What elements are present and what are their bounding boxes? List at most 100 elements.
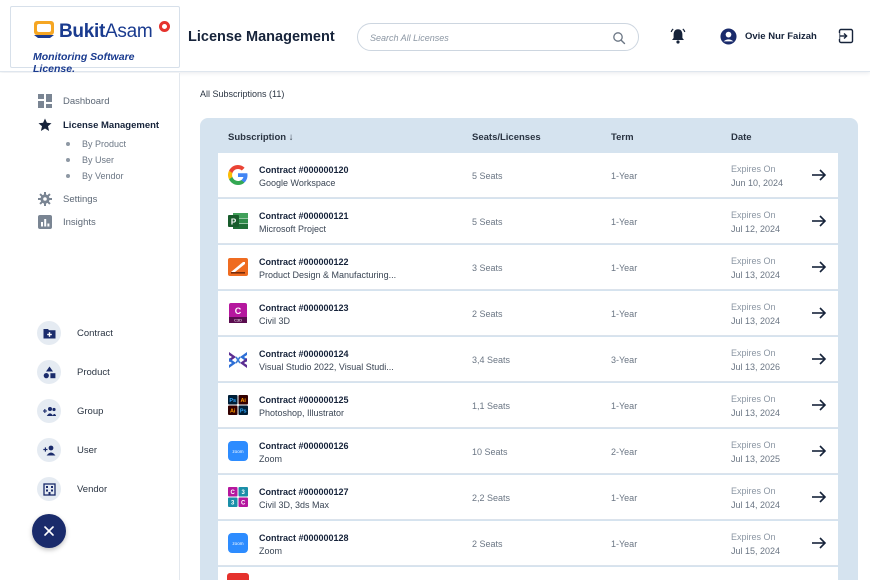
product-name: Zoom (259, 454, 283, 464)
sidebar-item-insights[interactable]: Insights (38, 215, 96, 229)
quick-action-label: Group (77, 405, 104, 417)
quick-add-group[interactable]: Group (37, 399, 103, 423)
contract-number: Contract #000000121 (259, 211, 349, 221)
sidebar-subitem-by-product[interactable]: By Product (66, 139, 126, 149)
star-icon (38, 118, 52, 131)
term: 1-Year (611, 263, 638, 273)
user-add-icon (42, 445, 55, 455)
expires-label: Expires On (731, 486, 776, 496)
term: 1-Year (611, 309, 638, 319)
top-header: BukitAsam Monitoring Software License. L… (0, 0, 870, 75)
column-header-date[interactable]: Date (731, 132, 752, 143)
quick-action-label: Vendor (77, 483, 108, 495)
folder-add-icon (43, 328, 55, 338)
column-header-seats[interactable]: Seats/Licenses (472, 132, 541, 143)
close-icon (44, 526, 54, 536)
search-input[interactable] (370, 30, 600, 46)
table-row[interactable]: Contract #000000120 Google Workspace 5 S… (218, 153, 838, 198)
table-row[interactable]: zoom Contract #000000126 Zoom 10 Seats 2… (218, 429, 838, 474)
quick-action-label: Product (77, 366, 110, 378)
brand-mark-icon (34, 21, 54, 38)
arrow-right-icon[interactable] (811, 306, 827, 320)
shapes-icon (43, 366, 55, 378)
product-name: Google Workspace (259, 178, 336, 188)
table-row[interactable]: Contract #000000124 Visual Studio 2022, … (218, 337, 838, 382)
sidebar-subitem-by-user[interactable]: By User (66, 155, 114, 165)
seats-count: 10 Seats (472, 447, 508, 457)
table-row-partial[interactable] (218, 567, 838, 580)
expires-date: Jul 15, 2024 (731, 546, 781, 556)
svg-text:P: P (231, 217, 237, 226)
column-header-subscription[interactable]: Subscription ↓ (228, 132, 293, 143)
seats-count: 2,2 Seats (472, 493, 511, 503)
sidebar-item-label: Settings (63, 193, 98, 205)
product-name: Product Design & Manufacturing... (259, 270, 397, 280)
search-box[interactable] (357, 23, 639, 51)
term: 1-Year (611, 171, 638, 181)
table-row[interactable]: C C3D Contract #000000123 Civil 3D 2 Sea… (218, 291, 838, 336)
quick-add-vendor[interactable]: Vendor (37, 477, 107, 501)
sidebar-item-dashboard[interactable]: Dashboard (38, 94, 109, 108)
google-logo-icon (228, 165, 248, 185)
sidebar-item-settings[interactable]: Settings (38, 192, 97, 206)
quick-add-contract[interactable]: Contract (37, 321, 113, 345)
adobe-logo-icon: Ps Ai Ai Ps (228, 395, 248, 415)
table-row[interactable]: P Contract #000000121 Microsoft Project … (218, 199, 838, 244)
svg-text:Ps: Ps (240, 409, 247, 415)
arrow-right-icon[interactable] (811, 536, 827, 550)
sidebar-subitem-by-vendor[interactable]: By Vendor (66, 171, 124, 181)
arrow-right-icon[interactable] (811, 168, 827, 182)
logout-icon[interactable] (837, 27, 855, 45)
arrow-right-icon[interactable] (811, 214, 827, 228)
user-avatar-icon (720, 27, 737, 45)
zoom-logo-icon: zoom (228, 533, 248, 553)
notification-bell-icon[interactable] (669, 27, 687, 45)
term: 1-Year (611, 493, 638, 503)
table-row[interactable]: C 3 3 C Contract #000000127 Civil 3D, 3d… (218, 475, 838, 520)
expires-date: Jul 13, 2024 (731, 316, 781, 326)
table-row[interactable]: zoom Contract #000000128 Zoom 2 Seats 1-… (218, 521, 838, 566)
svg-text:zoom: zoom (232, 541, 243, 546)
contract-number: Contract #000000124 (259, 349, 349, 359)
user-menu[interactable]: Ovie Nur Faizah (720, 27, 817, 45)
table-row[interactable]: Contract #000000122 Product Design & Man… (218, 245, 838, 290)
visual-studio-logo-icon (229, 352, 247, 368)
arrow-right-icon[interactable] (811, 490, 827, 504)
arrow-right-icon[interactable] (811, 444, 827, 458)
gear-icon (38, 192, 52, 206)
product-name: Civil 3D, 3ds Max (259, 500, 330, 510)
page-title: License Management (188, 29, 335, 45)
expires-label: Expires On (731, 532, 776, 542)
product-name: Visual Studio 2022, Visual Studi... (259, 362, 394, 372)
seats-count: 1,1 Seats (472, 401, 511, 411)
arrow-right-icon[interactable] (811, 352, 827, 366)
quick-action-label: User (77, 444, 98, 456)
expires-label: Expires On (731, 348, 776, 358)
expires-label: Expires On (731, 210, 776, 220)
contract-number: Contract #000000125 (259, 395, 349, 405)
term: 1-Year (611, 539, 638, 549)
column-header-term[interactable]: Term (611, 132, 634, 143)
brand-logo[interactable]: BukitAsam Monitoring Software License. (10, 6, 180, 75)
arrow-right-icon[interactable] (811, 398, 827, 412)
product-logo-icon (227, 573, 249, 580)
sidebar-item-license-management[interactable]: License Management (38, 118, 159, 132)
brand-name: BukitAsam (59, 21, 153, 42)
sidebar-item-label: License Management (63, 119, 160, 131)
expires-label: Expires On (731, 256, 776, 266)
close-quick-actions-button[interactable] (32, 514, 66, 548)
svg-text:Ai: Ai (230, 409, 236, 415)
sidebar-item-label: Insights (63, 216, 96, 228)
brand-ring-icon (159, 21, 170, 32)
search-icon[interactable] (612, 31, 626, 45)
group-add-icon (42, 406, 56, 416)
table-row[interactable]: Ps Ai Ai Ps Contract #000000125 Photosho… (218, 383, 838, 428)
quick-add-user[interactable]: User (37, 438, 97, 462)
dashboard-icon (38, 94, 52, 108)
arrow-right-icon[interactable] (811, 260, 827, 274)
quick-add-product[interactable]: Product (37, 360, 110, 384)
product-name: Photoshop, Illustrator (259, 408, 345, 418)
seats-count: 2 Seats (472, 539, 503, 549)
expires-label: Expires On (731, 164, 776, 174)
expires-label: Expires On (731, 394, 776, 404)
